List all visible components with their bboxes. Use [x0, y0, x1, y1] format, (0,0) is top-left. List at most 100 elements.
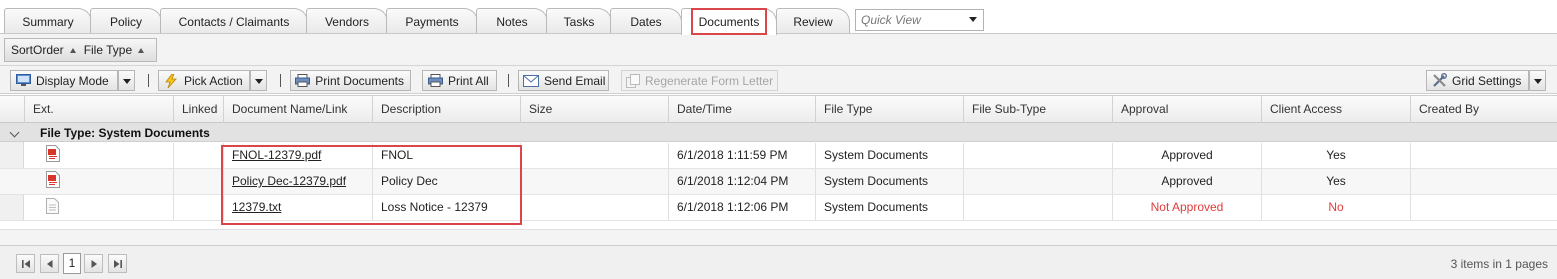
print-documents-button[interactable]: Print Documents: [290, 70, 411, 91]
table-row[interactable]: FNOL-12379.pdf FNOL 6/1/2018 1:11:59 PM …: [0, 143, 1557, 169]
file-sub-type-cell: [963, 195, 1112, 220]
client-access-cell: No: [1261, 195, 1410, 220]
tab-label: Notes: [496, 14, 528, 29]
document-link[interactable]: Policy Dec-12379.pdf: [232, 174, 346, 188]
pager-info: 3 items in 1 pages: [1450, 257, 1548, 271]
description-cell: Loss Notice - 12379: [372, 195, 520, 220]
linked-cell: [173, 195, 223, 220]
tab-label: Vendors: [324, 14, 370, 29]
ext-cell: [24, 169, 174, 194]
chevron-down-icon[interactable]: [9, 127, 20, 138]
previous-page-icon: [47, 260, 53, 268]
size-cell: [520, 195, 668, 220]
document-link[interactable]: FNOL-12379.pdf: [232, 148, 321, 162]
first-page-icon: [22, 260, 30, 268]
regenerate-form-letter-button[interactable]: Regenerate Form Letter: [621, 70, 778, 91]
tab-label: Documents: [690, 8, 768, 35]
tab-label: Summary: [22, 14, 74, 29]
created-by-cell: [1410, 169, 1557, 194]
group-label: File Type: System Documents: [40, 126, 210, 140]
file-sub-type-cell: [963, 143, 1112, 168]
send-email-button[interactable]: Send Email: [518, 70, 609, 91]
next-page-button[interactable]: [84, 254, 103, 273]
header-created-by[interactable]: Created By: [1410, 96, 1557, 123]
chevron-down-icon: [969, 17, 977, 22]
text-file-icon: [46, 198, 59, 223]
tab-tasks[interactable]: Tasks: [546, 8, 612, 34]
first-page-button[interactable]: [16, 254, 35, 273]
print-documents-label: Print Documents: [315, 73, 404, 88]
previous-page-button[interactable]: [40, 254, 59, 273]
pdf-icon: [46, 145, 60, 171]
last-page-icon: [114, 260, 122, 268]
regenerate-label: Regenerate Form Letter: [645, 73, 774, 88]
tab-label: Dates: [630, 14, 662, 29]
display-mode-button[interactable]: Display Mode: [10, 70, 118, 91]
grid-settings-dropdown[interactable]: [1529, 70, 1546, 91]
tab-label: Review: [793, 14, 833, 29]
tab-payments[interactable]: Payments: [386, 8, 478, 34]
send-email-label: Send Email: [544, 73, 606, 88]
horizontal-scrollbar[interactable]: [0, 229, 1557, 245]
datetime-cell: 6/1/2018 1:11:59 PM: [668, 143, 816, 168]
datetime-cell: 6/1/2018 1:12:04 PM: [668, 169, 816, 194]
pick-action-button[interactable]: Pick Action: [158, 70, 250, 91]
table-row[interactable]: Policy Dec-12379.pdf Policy Dec 6/1/2018…: [0, 169, 1557, 195]
header-indent: [0, 96, 24, 123]
printer-icon: [295, 74, 311, 88]
toolbar-separator: [148, 74, 149, 87]
header-linked[interactable]: Linked: [173, 96, 223, 123]
pick-action-dropdown[interactable]: [250, 70, 267, 91]
document-name-cell[interactable]: 12379.txt: [223, 195, 372, 220]
document-name-cell[interactable]: FNOL-12379.pdf: [223, 143, 372, 168]
datetime-cell: 6/1/2018 1:12:06 PM: [668, 195, 816, 220]
current-page[interactable]: 1: [63, 253, 81, 274]
pick-action-label: Pick Action: [184, 73, 243, 88]
linked-cell: [173, 143, 223, 168]
tab-label: Tasks: [563, 14, 595, 29]
group-header-row[interactable]: File Type: System Documents: [0, 123, 1557, 142]
print-all-button[interactable]: Print All: [422, 70, 497, 91]
ext-cell: [24, 195, 174, 220]
table-row[interactable]: 12379.txt Loss Notice - 12379 6/1/2018 1…: [0, 195, 1557, 221]
display-mode-dropdown[interactable]: [118, 70, 135, 91]
tab-summary[interactable]: Summary: [4, 8, 92, 34]
client-access-cell: Yes: [1261, 169, 1410, 194]
tab-contacts-claimants[interactable]: Contacts / Claimants: [160, 8, 308, 34]
document-link[interactable]: 12379.txt: [232, 200, 281, 214]
header-document-name[interactable]: Document Name/Link: [223, 96, 372, 123]
header-size[interactable]: Size: [520, 96, 668, 123]
header-file-type[interactable]: File Type: [815, 96, 964, 123]
sort-order-label[interactable]: SortOrder: [11, 43, 64, 57]
grid-settings-button[interactable]: Grid Settings: [1426, 70, 1529, 91]
file-type-label[interactable]: File Type: [84, 43, 132, 57]
tab-notes[interactable]: Notes: [476, 8, 548, 34]
next-page-icon: [91, 260, 97, 268]
created-by-cell: [1410, 195, 1557, 220]
document-name-cell[interactable]: Policy Dec-12379.pdf: [223, 169, 372, 194]
last-page-button[interactable]: [108, 254, 127, 273]
size-cell: [520, 169, 668, 194]
header-file-sub-type[interactable]: File Sub-Type: [963, 96, 1112, 123]
tab-label: Policy: [109, 14, 142, 29]
header-date-time[interactable]: Date/Time: [668, 96, 816, 123]
tab-review[interactable]: Review: [776, 8, 850, 34]
header-client-access[interactable]: Client Access: [1261, 96, 1410, 123]
tab-dates[interactable]: Dates: [610, 8, 682, 34]
sort-chip[interactable]: SortOrder File Type: [4, 38, 157, 62]
approval-cell: Approved: [1112, 143, 1261, 168]
tab-label: Payments: [405, 14, 459, 29]
sort-ascending-icon: [138, 47, 145, 53]
quick-view-select[interactable]: Quick View: [855, 9, 984, 31]
group-panel: SortOrder File Type: [0, 34, 1557, 66]
tab-documents[interactable]: Documents: [681, 8, 777, 35]
lightning-icon: [163, 73, 179, 88]
approval-cell: Approved: [1112, 169, 1261, 194]
tab-vendors[interactable]: Vendors: [306, 8, 388, 34]
header-approval[interactable]: Approval: [1112, 96, 1261, 123]
toolbar-separator: [508, 74, 509, 87]
tab-policy[interactable]: Policy: [90, 8, 162, 34]
header-ext[interactable]: Ext.: [24, 96, 174, 123]
pager: 1 3 items in 1 pages: [0, 245, 1557, 279]
header-description[interactable]: Description: [372, 96, 520, 123]
